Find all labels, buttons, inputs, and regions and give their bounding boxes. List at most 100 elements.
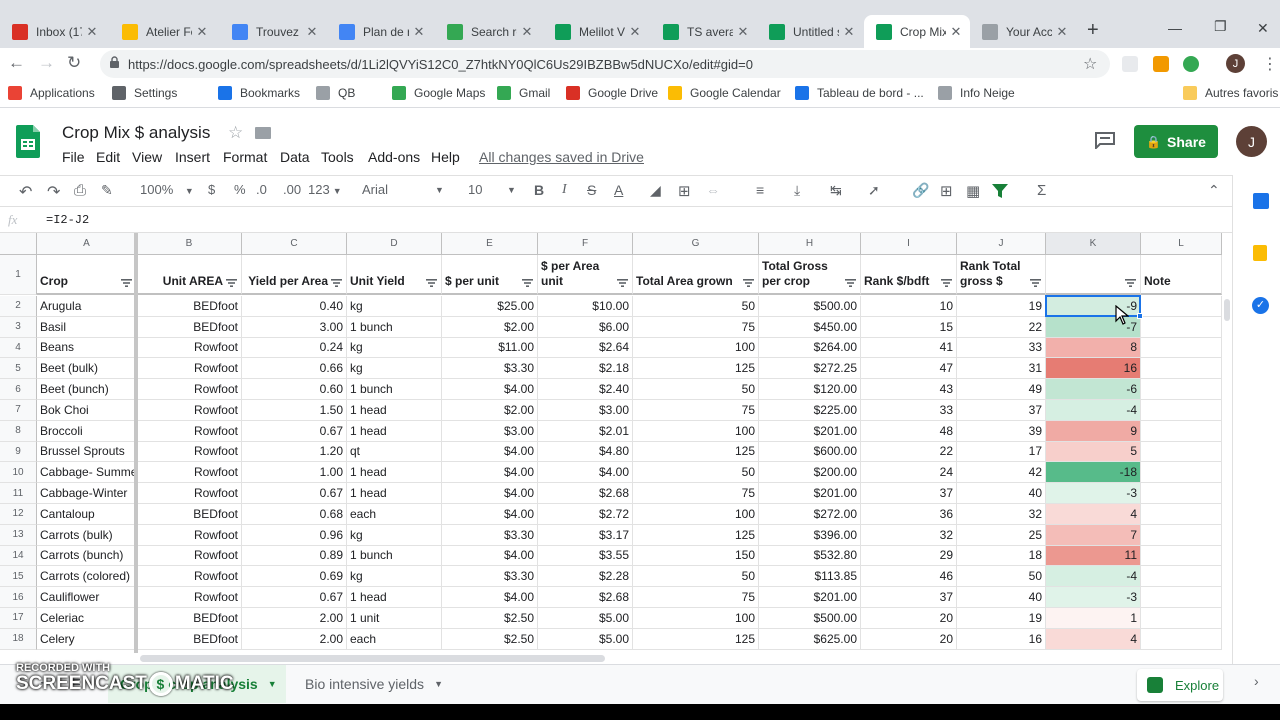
menu-file[interactable]: File [62,149,85,165]
table-cell[interactable]: -18 [1046,462,1141,484]
table-cell[interactable]: 0.67 [242,587,347,608]
table-cell[interactable]: 32 [861,524,957,546]
table-cell[interactable]: 31 [957,358,1046,380]
browser-menu-icon[interactable]: ⋮ [1262,54,1278,74]
vertical-scrollbar[interactable] [1224,299,1230,321]
row-header[interactable]: 7 [0,400,37,421]
table-cell[interactable]: 75 [633,483,759,504]
table-cell[interactable]: 0.60 [242,379,347,400]
row-header[interactable]: 9 [0,441,37,463]
table-cell[interactable]: Cabbage-Winter [37,483,137,504]
filter-dropdown-icon[interactable] [743,279,754,287]
explore-button[interactable]: Explore [1137,669,1223,701]
column-title[interactable]: Unit AREA [137,255,242,295]
bookmark-item[interactable]: Google Calendar [668,86,781,100]
functions-icon[interactable]: Σ [1037,182,1046,199]
table-cell[interactable]: 8 [1046,337,1141,359]
table-cell[interactable]: $2.01 [538,420,633,442]
close-window-icon[interactable]: ✕ [1257,20,1269,37]
menu-format[interactable]: Format [223,149,267,165]
table-cell[interactable]: 0.40 [242,296,347,317]
table-cell[interactable]: 39 [957,420,1046,442]
table-cell[interactable]: 125 [633,441,759,463]
table-cell[interactable]: Rowfoot [137,566,242,588]
table-cell[interactable]: 1 head [347,400,442,421]
table-cell[interactable] [1141,587,1222,608]
column-title[interactable]: $ per Area unit [538,255,633,295]
table-cell[interactable]: $3.30 [442,566,538,588]
table-cell[interactable]: Cauliflower [37,587,137,608]
table-cell[interactable] [1141,296,1222,317]
merge-cells-icon[interactable]: ⇔ [706,182,720,198]
table-cell[interactable]: 0.69 [242,566,347,588]
column-title[interactable] [1046,255,1141,295]
browser-tab[interactable]: Plan de r ✕ [327,15,433,48]
table-cell[interactable]: $2.68 [538,587,633,608]
table-cell[interactable]: Rowfoot [137,400,242,421]
table-cell[interactable]: 49 [957,379,1046,400]
table-cell[interactable]: $5.00 [538,628,633,650]
extension-icon[interactable] [1183,56,1199,72]
table-cell[interactable]: $4.00 [442,587,538,608]
table-cell[interactable]: 37 [861,587,957,608]
table-cell[interactable]: $201.00 [759,483,861,504]
table-cell[interactable]: $225.00 [759,400,861,421]
table-cell[interactable]: Broccoli [37,420,137,442]
table-cell[interactable]: 24 [861,462,957,484]
menu-data[interactable]: Data [280,149,310,165]
table-cell[interactable]: 125 [633,524,759,546]
filter-dropdown-icon[interactable] [121,279,132,287]
table-cell[interactable] [1141,628,1222,650]
table-cell[interactable]: 19 [957,296,1046,317]
table-cell[interactable]: $2.40 [538,379,633,400]
fill-color-icon[interactable]: ◢ [650,182,661,199]
table-cell[interactable]: $272.25 [759,358,861,380]
browser-tab[interactable]: Atelier Fe✕ [110,15,216,48]
more-formats-select[interactable]: 123 ▼ [308,182,342,197]
table-cell[interactable]: -4 [1046,400,1141,421]
bookmark-item[interactable]: Settings [112,86,177,100]
tab-close-icon[interactable]: ✕ [517,24,537,40]
table-cell[interactable]: $200.00 [759,462,861,484]
table-cell[interactable]: 0.68 [242,504,347,525]
table-cell[interactable]: kg [347,524,442,546]
bookmark-item[interactable]: QB [316,86,355,100]
tab-close-icon[interactable]: ✕ [192,24,212,40]
chart-icon[interactable]: ▦ [966,182,980,200]
table-cell[interactable]: Bok Choi [37,400,137,421]
filter-dropdown-icon[interactable] [426,279,437,287]
menu-edit[interactable]: Edit [96,149,120,165]
tab-close-icon[interactable]: ✕ [946,24,966,40]
table-cell[interactable]: 16 [1046,358,1141,380]
table-cell[interactable]: $4.00 [442,462,538,484]
table-cell[interactable]: 1 unit [347,608,442,629]
table-cell[interactable]: Celery [37,628,137,650]
table-cell[interactable]: $4.00 [442,379,538,400]
table-cell[interactable]: $4.00 [442,483,538,504]
table-cell[interactable]: 41 [861,337,957,359]
table-cell[interactable]: Rowfoot [137,379,242,400]
tasks-icon[interactable]: ✓ [1252,297,1269,314]
table-cell[interactable]: 1.20 [242,441,347,463]
table-cell[interactable]: 1 [1046,608,1141,629]
table-cell[interactable]: 29 [861,545,957,567]
table-cell[interactable]: $3.00 [538,400,633,421]
table-cell[interactable]: Rowfoot [137,420,242,442]
tab-close-icon[interactable]: ✕ [1052,24,1072,40]
table-cell[interactable] [1141,566,1222,588]
table-cell[interactable]: Cabbage- Summer [37,462,137,484]
table-cell[interactable]: 47 [861,358,957,380]
profile-avatar[interactable]: J [1226,54,1245,73]
reload-icon[interactable]: ↻ [67,53,81,73]
minimize-icon[interactable]: — [1168,20,1182,36]
table-cell[interactable]: 125 [633,358,759,380]
table-cell[interactable]: Carrots (bunch) [37,545,137,567]
table-cell[interactable]: 150 [633,545,759,567]
table-cell[interactable] [1141,358,1222,380]
table-cell[interactable]: 20 [861,608,957,629]
decrease-decimals-button[interactable]: .0 [256,182,267,197]
table-cell[interactable]: $3.00 [442,420,538,442]
row-header[interactable]: 3 [0,316,37,338]
select-all-corner[interactable] [0,233,37,255]
table-cell[interactable]: Beet (bulk) [37,358,137,380]
